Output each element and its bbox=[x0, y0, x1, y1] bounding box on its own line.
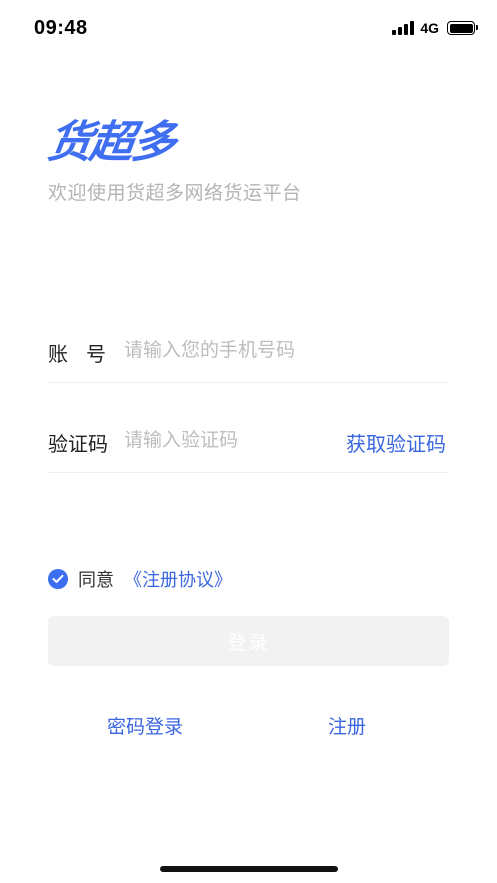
password-login-link[interactable]: 密码登录 bbox=[107, 712, 183, 739]
agreement-row: 同意 《注册协议》 bbox=[48, 566, 232, 592]
code-label: 验证码 bbox=[48, 432, 108, 456]
registration-agreement-link[interactable]: 《注册协议》 bbox=[124, 566, 232, 592]
brand-logo: 货超多 bbox=[44, 117, 178, 168]
login-button[interactable]: 登录 bbox=[48, 616, 449, 666]
account-row: 账号 bbox=[48, 322, 448, 383]
welcome-text: 欢迎使用货超多网络货运平台 bbox=[48, 182, 302, 204]
register-link[interactable]: 注册 bbox=[328, 712, 366, 739]
agree-text: 同意 bbox=[78, 570, 114, 591]
get-code-button[interactable]: 获取验证码 bbox=[346, 428, 446, 457]
phone-input[interactable] bbox=[124, 334, 344, 366]
code-row: 验证码 获取验证码 bbox=[48, 412, 448, 473]
battery-full-icon bbox=[447, 21, 478, 35]
status-bar: 09:48 4G bbox=[0, 0, 497, 60]
signal-bars-icon bbox=[392, 21, 415, 35]
network-type: 4G bbox=[420, 20, 439, 36]
checkmark-circle-icon[interactable] bbox=[48, 569, 68, 589]
status-time: 09:48 bbox=[34, 17, 88, 39]
account-label: 账号 bbox=[48, 342, 124, 366]
home-indicator[interactable] bbox=[160, 866, 338, 872]
verification-code-input[interactable] bbox=[124, 424, 344, 456]
status-indicators: 4G bbox=[392, 20, 478, 36]
